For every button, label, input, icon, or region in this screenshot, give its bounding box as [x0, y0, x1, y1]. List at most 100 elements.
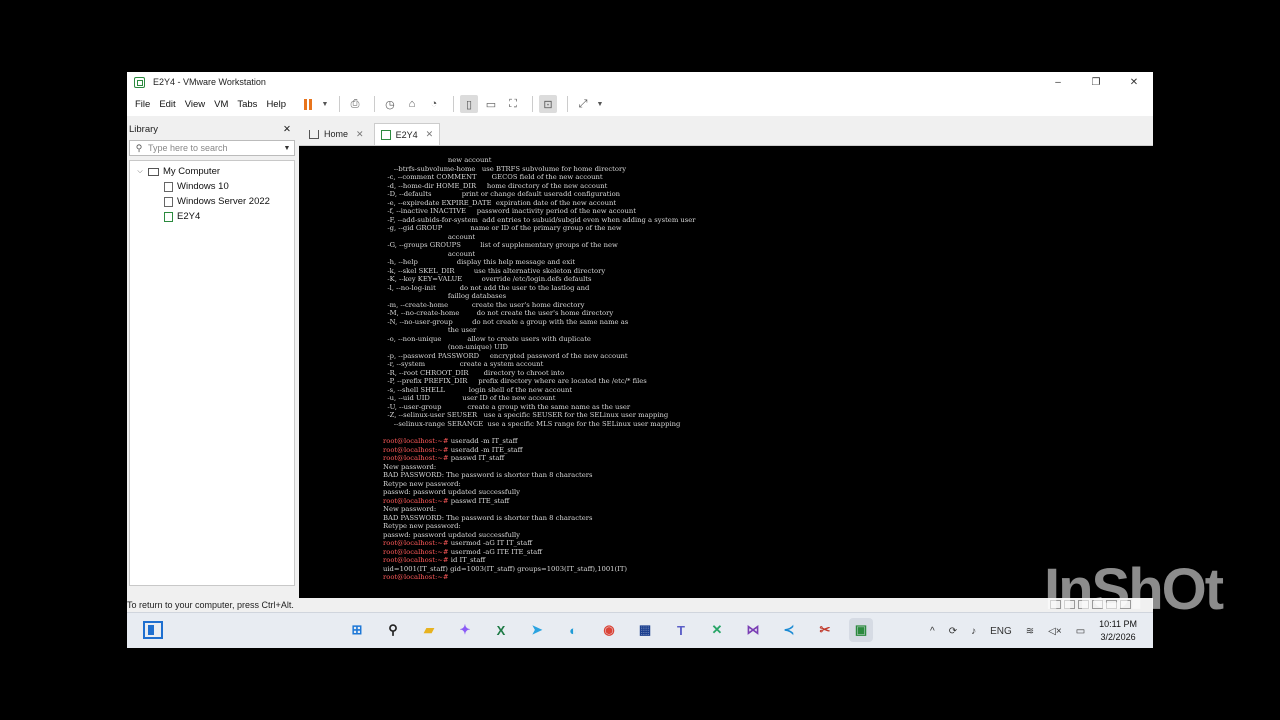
- terminal-line: --selinux-range SERANGE use a specific M…: [383, 420, 696, 429]
- vmware-window: E2Y4 - VMware Workstation – ❐ ✕ File Edi…: [127, 72, 1153, 648]
- terminal-text: -o, --non-unique allow to create users w…: [383, 334, 591, 343]
- show-hidden-icons-icon[interactable]: ^: [930, 626, 935, 637]
- file-explorer-icon[interactable]: ▰: [417, 618, 441, 642]
- excel-icon[interactable]: X: [489, 618, 513, 642]
- vmware-icon[interactable]: ▣: [849, 618, 873, 642]
- pause-icon[interactable]: [299, 95, 317, 113]
- terminal-line: --btrfs-subvolume-home use BTRFS subvolu…: [383, 165, 696, 174]
- send-keys-icon[interactable]: ⎙: [346, 95, 364, 113]
- search-icon[interactable]: ⚲: [381, 618, 405, 642]
- terminal-line: -h, --help display this help message and…: [383, 258, 696, 267]
- chrome-icon[interactable]: ◉: [597, 618, 621, 642]
- edge-icon[interactable]: ◐: [561, 618, 585, 642]
- terminal-text: -D, --defaults print or change default u…: [383, 190, 621, 199]
- widgets-icon[interactable]: [143, 621, 163, 639]
- terminal-line: Retype new password:: [383, 480, 696, 489]
- library-close-icon[interactable]: ✕: [283, 124, 291, 135]
- terminal-line: BAD PASSWORD: The password is shorter th…: [383, 514, 696, 523]
- terminal-text: -F, --add-subids-for-system add entries …: [383, 215, 696, 224]
- chevron-down-icon[interactable]: ▼: [280, 145, 294, 152]
- shell-prompt: root@localhost:~#: [383, 547, 449, 556]
- library-search-input[interactable]: ⚲ Type here to search ▼: [129, 140, 295, 156]
- terminal-text: -h, --help display this help message and…: [383, 258, 576, 267]
- terminal-text: Retype new password:: [383, 479, 461, 488]
- running-vm-icon: [164, 211, 173, 222]
- visual-studio-icon[interactable]: ⋈: [741, 618, 765, 642]
- windows-taskbar: ⊞ ⚲ ▰ ✦ X ➤ ◐ ◉ ▦ T ✕ ⋈ ≺ ✂ ▣ ^ ⟳ ♪ ENG ≋ ◁× ▭ 10:11 P…: [127, 612, 1153, 648]
- copilot-icon[interactable]: ✦: [453, 618, 477, 642]
- telegram-icon[interactable]: ➤: [525, 618, 549, 642]
- microphone-icon[interactable]: ♪: [971, 626, 976, 637]
- terminal-command-line: root@localhost:~# id IT_staff: [383, 556, 696, 565]
- maximize-button[interactable]: ❐: [1077, 72, 1115, 92]
- show-library-icon[interactable]: ▯: [459, 95, 478, 113]
- clock-date: 3/2/2026: [1100, 632, 1136, 642]
- minimize-button[interactable]: –: [1039, 72, 1077, 92]
- tree-item-vm[interactable]: Windows Server 2022: [130, 194, 294, 209]
- close-tab-icon[interactable]: ✕: [356, 129, 364, 140]
- vscode-icon[interactable]: ≺: [777, 618, 801, 642]
- menu-bar: File Edit View VM Tabs Help ▼ ⎙ ◷ ⌂ ◔ ▯ …: [127, 92, 1153, 116]
- menu-view[interactable]: View: [181, 99, 210, 110]
- terminal-text: -Z, --selinux-user SEUSER use a specific…: [383, 411, 669, 420]
- terminal-text: -c, --comment COMMENT GECOS field of the…: [383, 173, 603, 182]
- vm-console[interactable]: new account --btrfs-subvolume-home use B…: [299, 146, 1153, 598]
- snipping-tool-icon[interactable]: ✂: [813, 618, 837, 642]
- close-button[interactable]: ✕: [1115, 72, 1153, 92]
- terminal-line: -M, --no-create-home do not create the u…: [383, 309, 696, 318]
- terminal-text: -s, --shell SHELL login shell of the new…: [383, 385, 573, 394]
- snapshot-manager-icon[interactable]: ◔: [425, 95, 443, 113]
- volume-muted-icon[interactable]: ◁×: [1048, 626, 1062, 637]
- wifi-icon[interactable]: ≋: [1026, 626, 1034, 637]
- shell-prompt: root@localhost:~#: [383, 556, 449, 565]
- battery-icon[interactable]: ▭: [1076, 626, 1085, 637]
- sync-icon[interactable]: ⟳: [949, 626, 957, 637]
- terminal-text: -R, --root CHROOT_DIR directory to chroo…: [383, 368, 565, 377]
- stretch-icon[interactable]: ⤢: [574, 95, 592, 113]
- terminal-text: passwd ITE_staff: [448, 496, 510, 505]
- terminal-text: -e, --expiredate EXPIRE_DATE expiration …: [383, 198, 617, 207]
- terminal-line: -c, --comment COMMENT GECOS field of the…: [383, 173, 696, 182]
- chevron-down-icon[interactable]: ▼: [596, 95, 604, 113]
- terminal-line: -d, --home-dir HOME_DIR home directory o…: [383, 182, 696, 191]
- terminal-line: -e, --expiredate EXPIRE_DATE expiration …: [383, 199, 696, 208]
- keyboard-app-icon[interactable]: ▦: [633, 618, 657, 642]
- menu-tabs[interactable]: Tabs: [233, 99, 262, 110]
- close-tab-icon[interactable]: ✕: [426, 129, 434, 140]
- revert-snapshot-icon[interactable]: ⌂: [403, 95, 421, 113]
- windows-start-icon[interactable]: ⊞: [345, 618, 369, 642]
- language-indicator[interactable]: ENG: [990, 626, 1012, 637]
- console-view-icon[interactable]: ⊡: [538, 95, 557, 113]
- terminal-text: usermod -aG IT IT_staff: [448, 539, 533, 548]
- tool-icon[interactable]: ✕: [705, 618, 729, 642]
- full-screen-icon[interactable]: ⛶: [504, 95, 522, 113]
- terminal-text: -u, --uid UID user ID of the new account: [383, 394, 556, 403]
- terminal-text: passwd IT_staff: [448, 454, 505, 463]
- tab-e2y4[interactable]: E2Y4 ✕: [373, 123, 441, 145]
- menu-vm[interactable]: VM: [210, 99, 233, 110]
- terminal-line: -D, --defaults print or change default u…: [383, 190, 696, 199]
- terminal-line: passwd: password updated successfully: [383, 531, 696, 540]
- menu-help[interactable]: Help: [262, 99, 291, 110]
- terminal-text: faillog databases: [383, 292, 507, 301]
- terminal-line: -o, --non-unique allow to create users w…: [383, 335, 696, 344]
- tab-home[interactable]: Home ✕: [303, 123, 370, 145]
- title-bar: E2Y4 - VMware Workstation – ❐ ✕: [127, 72, 1153, 92]
- vm-icon: [164, 196, 173, 207]
- menu-edit[interactable]: Edit: [155, 99, 180, 110]
- terminal-text: -f, --inactive INACTIVE password inactiv…: [383, 207, 636, 216]
- terminal-line: New password:: [383, 463, 696, 472]
- tree-item-vm[interactable]: Windows 10: [130, 179, 294, 194]
- terminal-text: -l, --no-log-init do not add the user to…: [383, 283, 590, 292]
- chevron-down-icon[interactable]: ▼: [321, 95, 329, 113]
- menu-file[interactable]: File: [131, 99, 155, 110]
- tree-item-vm[interactable]: E2Y4: [130, 209, 294, 224]
- collapse-icon[interactable]: ⌵: [135, 168, 145, 176]
- snapshot-icon[interactable]: ◷: [381, 95, 399, 113]
- tree-item-my-computer[interactable]: ⌵ My Computer: [130, 164, 294, 179]
- terminal-text: -K, --key KEY=VALUE override /etc/login.…: [383, 275, 592, 284]
- tab-strip: Home ✕ E2Y4 ✕: [299, 120, 1153, 146]
- thumbnail-icon[interactable]: ▭: [482, 95, 500, 113]
- teams-icon[interactable]: T: [669, 618, 693, 642]
